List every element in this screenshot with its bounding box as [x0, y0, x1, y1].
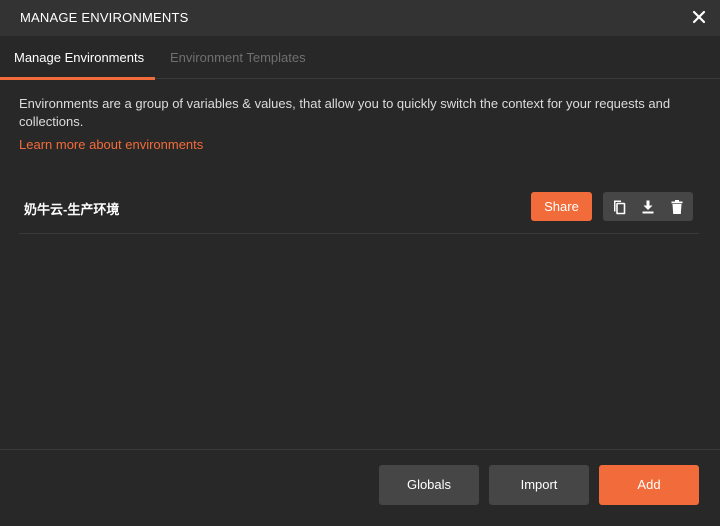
learn-more-link[interactable]: Learn more about environments [19, 137, 203, 152]
add-button[interactable]: Add [599, 465, 699, 505]
globals-button[interactable]: Globals [379, 465, 479, 505]
duplicate-button[interactable] [605, 192, 633, 221]
tab-manage-environments[interactable]: Manage Environments [0, 36, 155, 80]
environment-actions [603, 192, 693, 221]
import-button[interactable]: Import [489, 465, 589, 505]
share-button[interactable]: Share [531, 192, 592, 221]
close-button[interactable] [690, 8, 708, 26]
tab-bar: Manage Environments Environment Template… [0, 36, 720, 80]
manage-environments-modal: MANAGE ENVIRONMENTS Manage Environments … [0, 0, 720, 526]
duplicate-icon [614, 200, 626, 214]
tab-environment-templates[interactable]: Environment Templates [170, 36, 306, 79]
environment-row: 奶牛云-生产环境 Share [19, 180, 699, 234]
trash-icon [671, 199, 683, 214]
modal-footer: Globals Import Add [0, 449, 720, 526]
modal-header: MANAGE ENVIRONMENTS [0, 0, 720, 36]
modal-title: MANAGE ENVIRONMENTS [20, 10, 189, 25]
close-icon [692, 10, 706, 24]
download-button[interactable] [634, 192, 662, 221]
environment-name[interactable]: 奶牛云-生产环境 [24, 199, 119, 218]
download-icon [642, 200, 654, 213]
delete-button[interactable] [663, 192, 691, 221]
description-text: Environments are a group of variables & … [19, 96, 671, 129]
